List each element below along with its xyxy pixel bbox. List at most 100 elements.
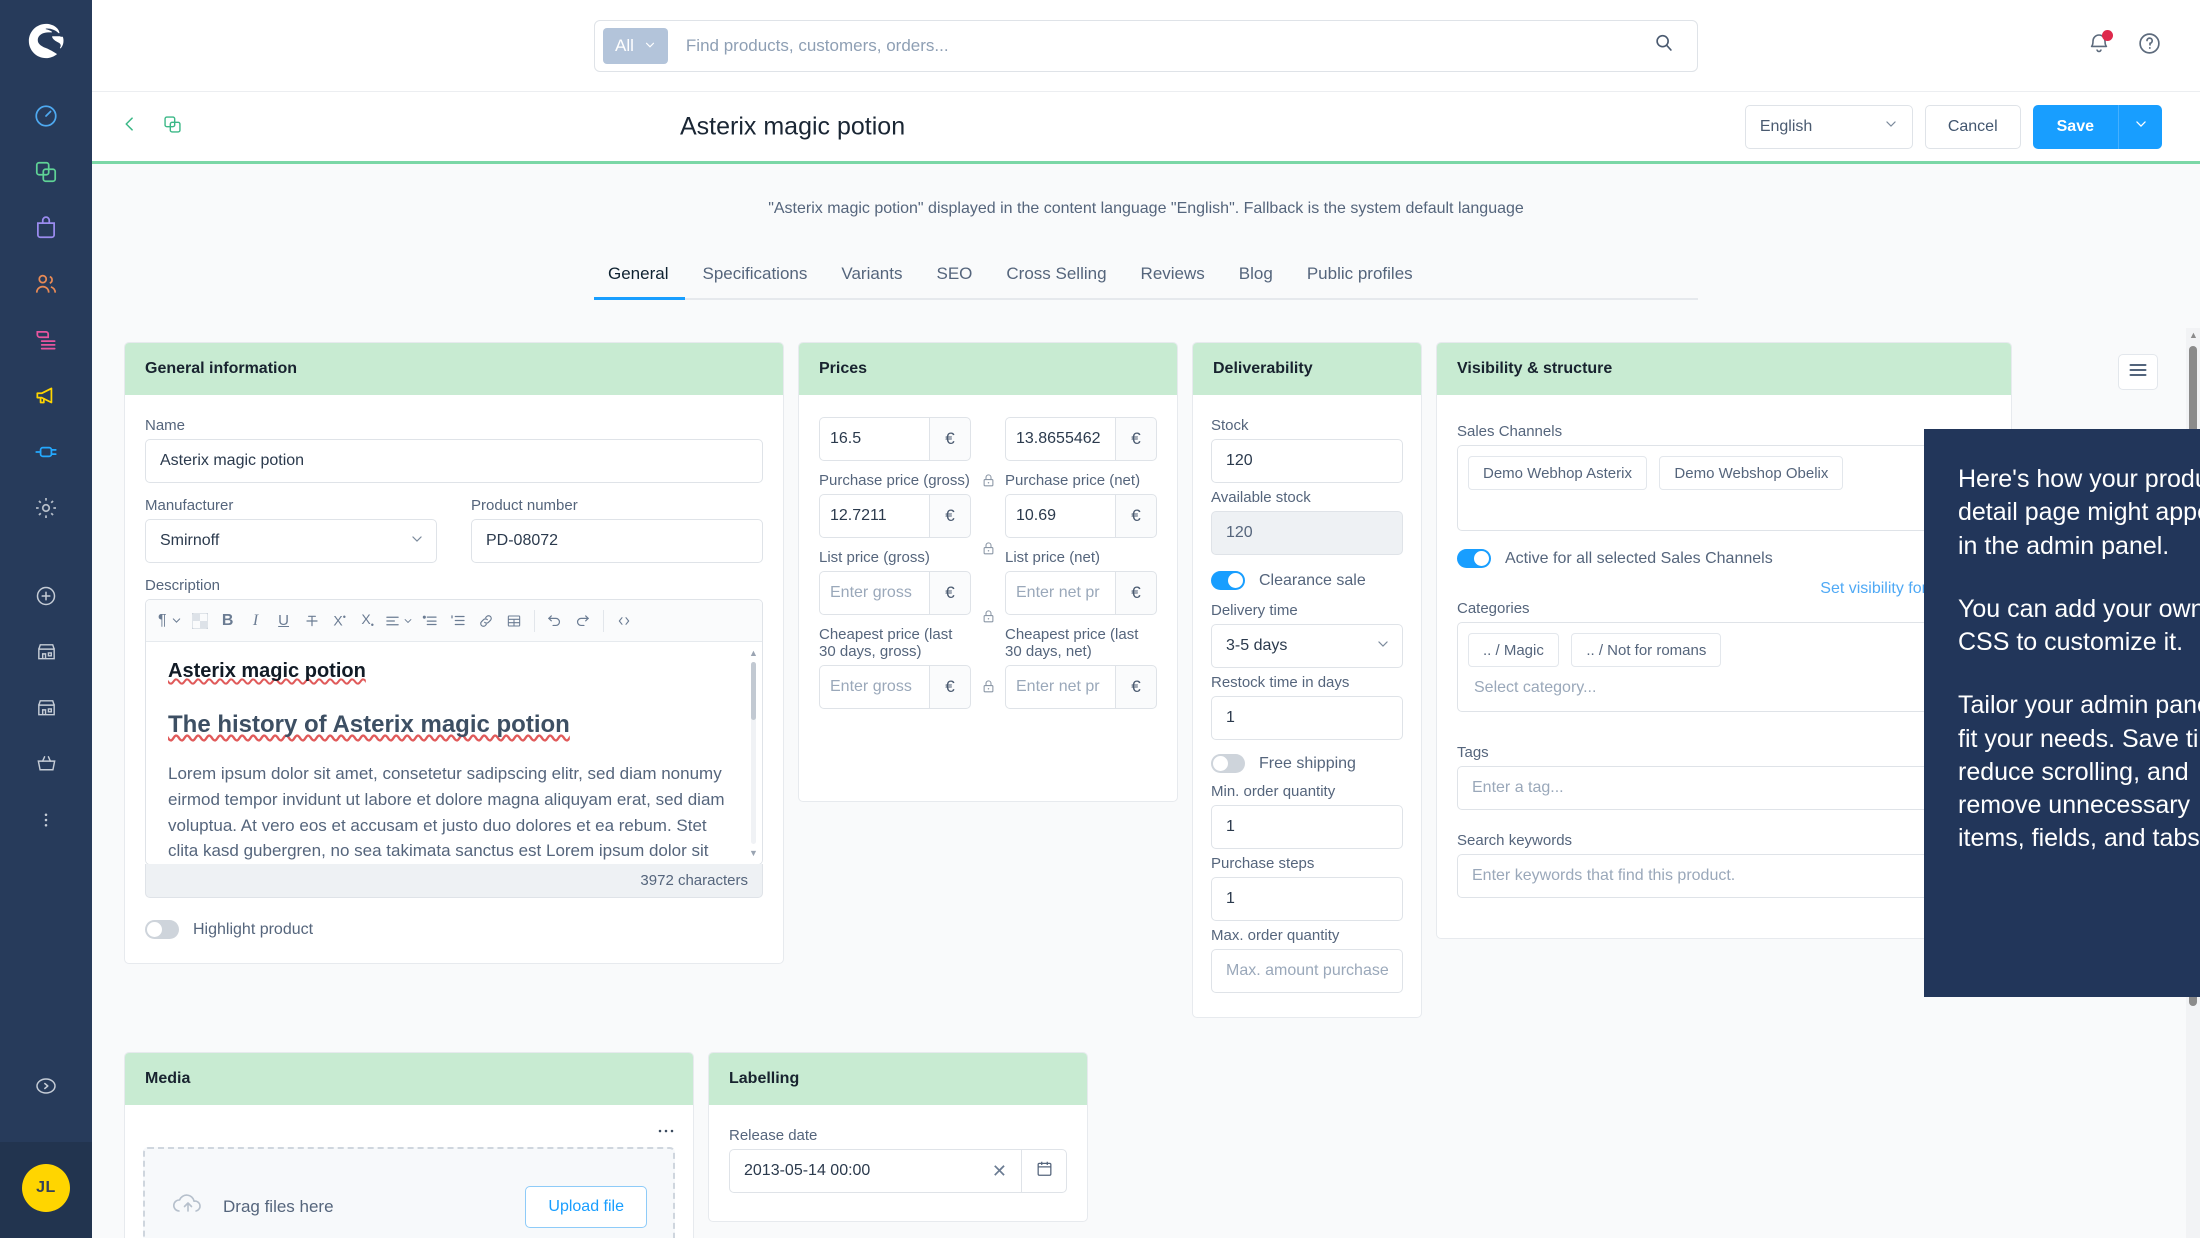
sidebar-collapse-toggle[interactable] xyxy=(18,1060,74,1116)
italic-icon[interactable]: I xyxy=(242,607,270,635)
cheapest-price-lock-toggle[interactable] xyxy=(981,667,996,711)
upload-file-button[interactable]: Upload file xyxy=(525,1186,647,1228)
code-icon[interactable] xyxy=(610,607,638,635)
sales-channel-chip[interactable]: Demo Webshop Obelix xyxy=(1659,456,1844,490)
sales-channels-selector[interactable]: Demo Webhop Asterix Demo Webshop Obelix xyxy=(1457,445,1991,531)
search-input[interactable] xyxy=(667,35,1653,56)
paragraph-style-dropdown[interactable]: ¶ xyxy=(154,607,186,635)
min-order-input[interactable] xyxy=(1211,805,1403,849)
list-price-net-input[interactable] xyxy=(1005,571,1115,615)
restock-input[interactable] xyxy=(1211,696,1403,740)
cancel-button[interactable]: Cancel xyxy=(1924,104,2021,149)
save-button[interactable]: Save xyxy=(2032,104,2162,149)
scroll-up-icon[interactable]: ▲ xyxy=(2189,330,2198,340)
tags-input[interactable] xyxy=(1457,766,1991,810)
sidebar-item-store-two[interactable] xyxy=(18,682,74,738)
sidebar-item-extensions[interactable] xyxy=(18,426,74,482)
list-price-gross-input[interactable] xyxy=(819,571,929,615)
highlight-product-label: Highlight product xyxy=(193,920,314,938)
sidebar-item-basket[interactable] xyxy=(18,738,74,794)
product-number-input[interactable] xyxy=(471,519,763,563)
categories-selector[interactable]: .. / Magic .. / Not for romans Select ca… xyxy=(1457,622,1991,712)
category-chip[interactable]: .. / Not for romans xyxy=(1571,633,1722,667)
clearance-sale-toggle[interactable] xyxy=(1211,571,1245,590)
editor-content[interactable]: Asterix magic potion The history of Aste… xyxy=(146,642,762,864)
search-scope-dropdown[interactable]: All xyxy=(603,27,668,64)
release-date-input[interactable]: 2013-05-14 00:00 ✕ xyxy=(729,1149,1021,1193)
text-color-icon[interactable] xyxy=(186,607,214,635)
language-switch[interactable]: English xyxy=(1744,104,1913,149)
sidebar-item-add[interactable] xyxy=(18,570,74,626)
ordered-list-icon[interactable] xyxy=(444,607,472,635)
subscript-icon[interactable]: X• xyxy=(354,607,382,635)
stock-input[interactable] xyxy=(1211,439,1403,483)
tab-cross-selling[interactable]: Cross Selling xyxy=(989,264,1123,298)
tab-reviews[interactable]: Reviews xyxy=(1124,264,1222,298)
tab-general[interactable]: General xyxy=(594,264,686,300)
sidebar-item-store-one[interactable] xyxy=(18,626,74,682)
redo-icon[interactable] xyxy=(569,607,597,635)
media-dropzone[interactable]: Drag files here Upload file xyxy=(143,1147,675,1238)
table-icon[interactable] xyxy=(500,607,528,635)
sidebar-toggle-button[interactable] xyxy=(2118,354,2158,390)
price-gross-input[interactable] xyxy=(819,417,929,461)
save-options-button[interactable] xyxy=(2118,104,2162,149)
active-all-channels-toggle[interactable] xyxy=(1457,549,1491,568)
align-dropdown-icon[interactable] xyxy=(382,607,416,635)
cheapest-price-net-input[interactable] xyxy=(1005,665,1115,709)
purchase-price-lock-toggle[interactable] xyxy=(981,529,996,573)
avatar[interactable]: JL xyxy=(22,1164,70,1212)
list-price-lock-toggle[interactable] xyxy=(981,597,996,641)
help-button[interactable] xyxy=(2137,31,2162,61)
max-order-input[interactable] xyxy=(1211,949,1403,993)
underline-icon[interactable]: U xyxy=(270,607,298,635)
sidebar-item-catalogues[interactable] xyxy=(18,146,74,202)
tab-seo[interactable]: SEO xyxy=(919,264,989,298)
tab-blog[interactable]: Blog xyxy=(1222,264,1290,298)
sales-channel-chip[interactable]: Demo Webhop Asterix xyxy=(1468,456,1647,490)
sidebar-item-orders[interactable] xyxy=(18,202,74,258)
more-horizontal-icon[interactable] xyxy=(657,1121,675,1139)
set-visibility-link[interactable]: Set visibility for selected xyxy=(1457,580,1991,598)
cheapest-price-gross-input[interactable] xyxy=(819,665,929,709)
max-order-field-label: Max. order quantity xyxy=(1211,927,1340,944)
manufacturer-select[interactable]: Smirnoff xyxy=(145,519,437,563)
duplicate-button[interactable] xyxy=(162,114,183,140)
main-area: All Find products, customers, orders... … xyxy=(92,0,2200,1238)
calendar-button[interactable] xyxy=(1021,1149,1067,1193)
bullet-list-icon[interactable] xyxy=(416,607,444,635)
strikethrough-icon[interactable] xyxy=(298,607,326,635)
sales-channels-field-label: Sales Channels xyxy=(1457,423,1563,440)
superscript-icon[interactable]: X• xyxy=(326,607,354,635)
back-button[interactable] xyxy=(120,114,140,139)
purchase-price-net-input[interactable] xyxy=(1005,494,1115,538)
shopware-logo[interactable] xyxy=(23,18,69,64)
price-net-input[interactable] xyxy=(1005,417,1115,461)
price-lock-toggle[interactable] xyxy=(981,461,996,505)
sidebar-item-customers[interactable] xyxy=(18,258,74,314)
sidebar-item-content[interactable] xyxy=(18,314,74,370)
undo-icon[interactable] xyxy=(541,607,569,635)
purchase-price-gross-input[interactable] xyxy=(819,494,929,538)
tab-public-profiles[interactable]: Public profiles xyxy=(1290,264,1430,298)
highlight-product-toggle[interactable] xyxy=(145,920,179,939)
category-chip[interactable]: .. / Magic xyxy=(1468,633,1559,667)
search-icon[interactable] xyxy=(1653,32,1691,59)
bold-icon[interactable]: B xyxy=(214,607,242,635)
purchase-steps-input[interactable] xyxy=(1211,877,1403,921)
sidebar-item-more[interactable] xyxy=(18,794,74,850)
tab-variants[interactable]: Variants xyxy=(824,264,919,298)
delivery-time-select[interactable]: 3-5 days xyxy=(1211,624,1403,668)
editor-scrollbar[interactable]: ▲ ▼ xyxy=(749,648,758,858)
free-shipping-toggle[interactable] xyxy=(1211,754,1245,773)
tab-specifications[interactable]: Specifications xyxy=(685,264,824,298)
card-labelling: Labelling Release date 2013-05-14 00:00 … xyxy=(708,1052,1088,1222)
close-icon[interactable]: ✕ xyxy=(982,1161,1007,1182)
sidebar-item-settings[interactable] xyxy=(18,482,74,538)
name-input[interactable] xyxy=(145,439,763,483)
notifications-button[interactable] xyxy=(2087,30,2113,60)
search-keywords-input[interactable] xyxy=(1457,854,1991,898)
sidebar-item-marketing[interactable] xyxy=(18,370,74,426)
link-icon[interactable] xyxy=(472,607,500,635)
sidebar-item-dashboard[interactable] xyxy=(18,90,74,146)
